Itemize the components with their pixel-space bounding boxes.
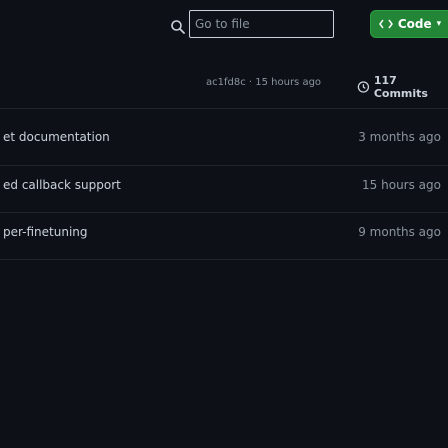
code-icon — [378, 19, 393, 29]
commit-message[interactable]: ed callback support — [3, 178, 121, 192]
commit-message[interactable]: et documentation — [3, 130, 110, 144]
commits-link[interactable]: 117 Commits — [357, 74, 448, 100]
file-row[interactable]: per-finetuning 9 months ago — [0, 213, 448, 252]
commit-age: 15 hours ago — [362, 178, 441, 192]
commits-count-label: 117 Commits — [373, 74, 428, 100]
file-row[interactable]: et documentation 3 months ago — [0, 118, 448, 157]
repo-toolbar: Code ▾ — [0, 0, 448, 62]
go-to-file-input[interactable] — [189, 10, 334, 38]
commit-message[interactable]: per-finetuning — [3, 225, 88, 239]
history-icon — [357, 81, 370, 93]
file-row[interactable]: ed callback support 15 hours ago — [0, 166, 448, 205]
divider — [0, 259, 448, 260]
commit-age: 9 months ago — [358, 225, 441, 239]
search-icon — [171, 20, 185, 34]
commit-age: 3 months ago — [358, 130, 441, 144]
code-button[interactable]: Code ▾ — [370, 10, 448, 38]
latest-commit-bar: ac1fd8c · 15 hours ago 117 Commits — [0, 62, 448, 108]
chevron-down-icon: ▾ — [436, 19, 442, 29]
divider — [0, 108, 448, 109]
code-button-label: Code — [397, 17, 432, 31]
commit-hash-age[interactable]: ac1fd8c · 15 hours ago — [206, 77, 321, 88]
